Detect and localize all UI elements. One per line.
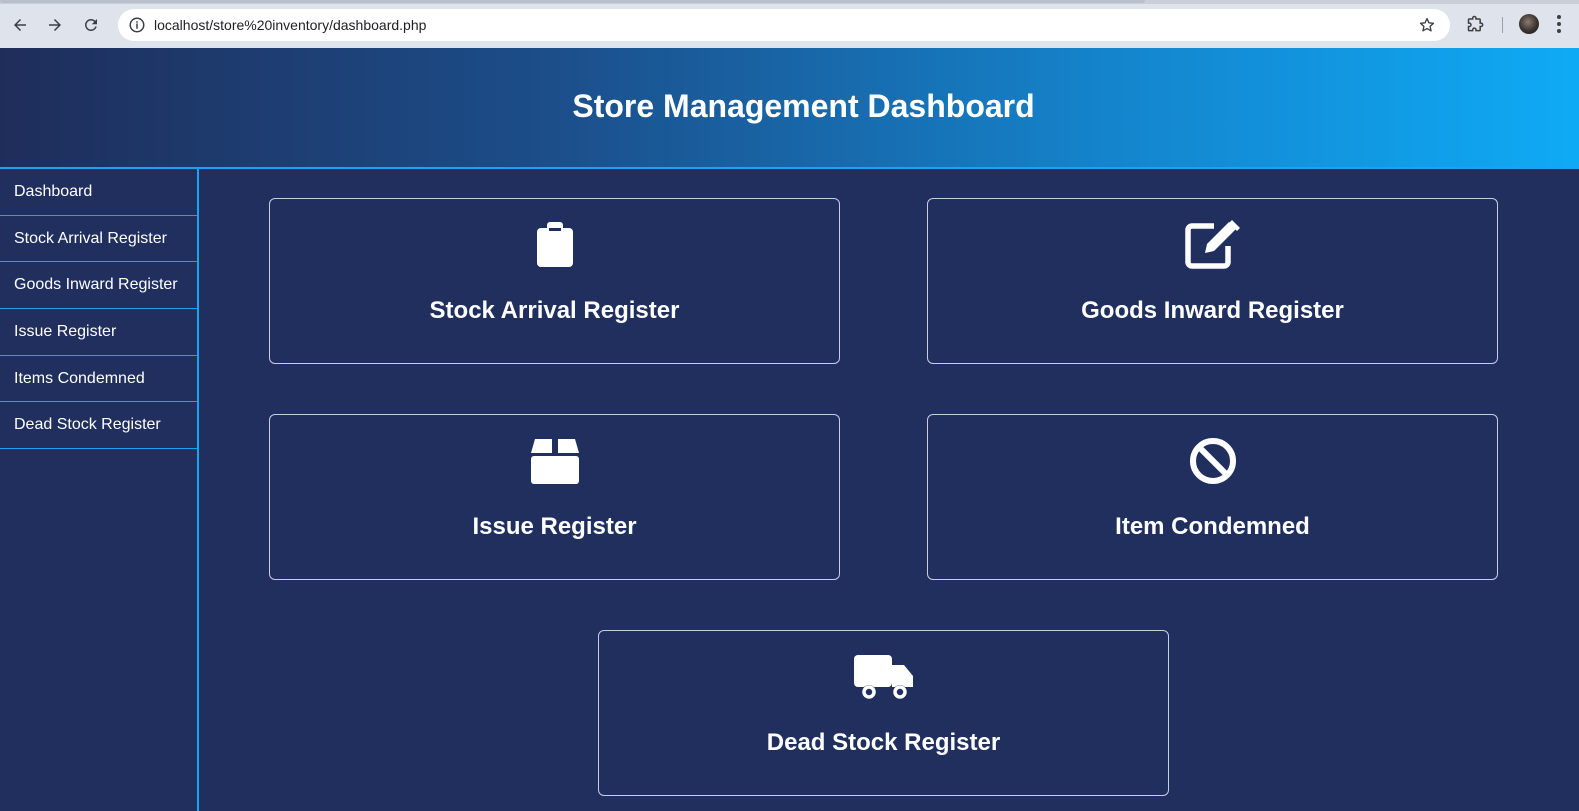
sidebar-item-stock-arrival-register[interactable]: Stock Arrival Register [0,216,197,263]
kebab-menu-icon[interactable] [1556,14,1562,34]
back-arrow-icon [14,19,26,31]
active-tab-edge [0,0,1145,3]
sidebar: Dashboard Stock Arrival Register Goods I… [0,169,199,811]
star-icon[interactable] [1418,16,1436,34]
truck-icon [599,651,1168,703]
clipboard-icon [270,219,839,271]
card-issue-register[interactable]: Issue Register [269,414,840,580]
url-text[interactable]: localhost/store%20inventory/dashboard.ph… [154,17,426,33]
sidebar-item-issue-register[interactable]: Issue Register [0,309,197,356]
edit-icon [928,219,1497,271]
browser-toolbar: localhost/store%20inventory/dashboard.ph… [0,0,1579,48]
page-header: Store Management Dashboard [0,48,1579,169]
card-title: Goods Inward Register [1081,297,1344,324]
sidebar-item-dashboard[interactable]: Dashboard [0,169,197,216]
tab-strip [0,0,1579,4]
puzzle-icon[interactable] [1466,14,1486,34]
card-item-condemned[interactable]: Item Condemned [927,414,1498,580]
toolbar-separator [1502,17,1503,33]
card-title: Stock Arrival Register [429,297,680,324]
card-stock-arrival-register[interactable]: Stock Arrival Register [269,198,840,364]
sidebar-item-dead-stock-register[interactable]: Dead Stock Register [0,402,197,450]
sidebar-item-items-condemned[interactable]: Items Condemned [0,356,197,403]
reload-button[interactable] [78,12,104,38]
reload-icon [84,18,97,31]
card-goods-inward-register[interactable]: Goods Inward Register [927,198,1498,364]
card-title: Item Condemned [1115,513,1310,540]
info-icon[interactable] [128,16,146,34]
card-dead-stock-register[interactable]: Dead Stock Register [598,630,1169,796]
profile-avatar[interactable] [1519,14,1539,34]
sidebar-item-goods-inward-register[interactable]: Goods Inward Register [0,262,197,310]
back-button[interactable] [7,12,33,38]
box-icon [270,435,839,487]
forward-button[interactable] [42,12,68,38]
page-title: Store Management Dashboard [572,88,1035,124]
address-bar[interactable]: localhost/store%20inventory/dashboard.ph… [118,9,1450,41]
forward-arrow-icon [49,19,61,31]
card-title: Dead Stock Register [766,729,1001,756]
ban-icon [928,435,1497,487]
card-title: Issue Register [472,513,637,540]
